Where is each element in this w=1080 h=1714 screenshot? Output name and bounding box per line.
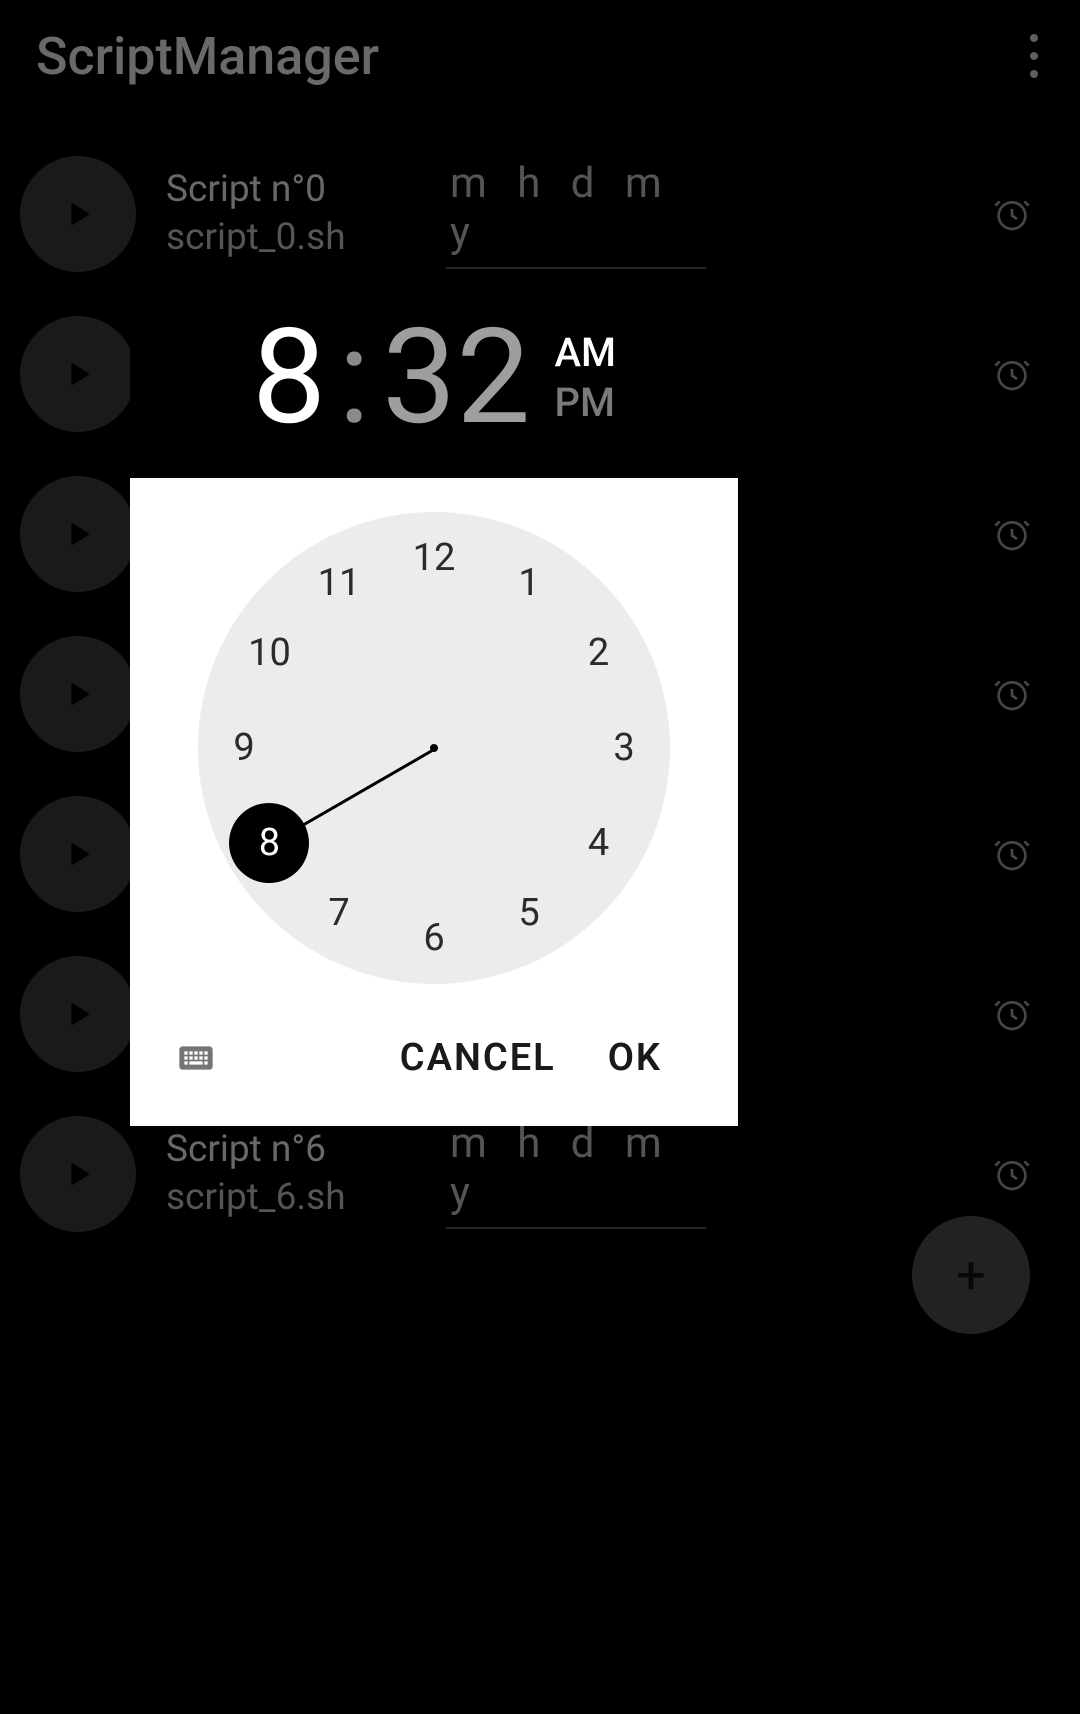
- time-minute[interactable]: 32: [382, 312, 530, 444]
- alarm-icon[interactable]: [984, 986, 1040, 1042]
- time-colon: :: [338, 312, 370, 444]
- clock-hour-5[interactable]: 5: [499, 883, 559, 943]
- cancel-button[interactable]: CANCEL: [374, 1022, 582, 1094]
- script-text: Script n°0script_0.sh: [166, 168, 426, 261]
- cron-input[interactable]: m h d m y: [446, 1119, 706, 1229]
- alarm-icon[interactable]: [984, 1146, 1040, 1202]
- clock-face[interactable]: 121234567891011: [198, 512, 670, 984]
- script-filename: script_0.sh: [166, 216, 426, 260]
- add-script-fab[interactable]: +: [912, 1216, 1030, 1334]
- time-hour[interactable]: 8: [252, 312, 326, 444]
- play-button[interactable]: [20, 316, 136, 432]
- app-title: ScriptManager: [36, 26, 379, 87]
- clock-hour-11[interactable]: 11: [309, 553, 369, 613]
- time-picker-header: 8 : 32 AM PM: [130, 278, 738, 478]
- time-picker-dialog: 8 : 32 AM PM 12 12 3 4567 8 9 1011 CANCEL OK: [130, 278, 738, 1126]
- alarm-icon[interactable]: [984, 346, 1040, 402]
- alarm-icon[interactable]: [984, 666, 1040, 722]
- clock-hour-6[interactable]: 6: [404, 908, 464, 968]
- cron-input[interactable]: m h d m y: [446, 159, 706, 269]
- play-button[interactable]: [20, 636, 136, 752]
- clock-hour-9[interactable]: 9: [214, 718, 274, 778]
- script-title: Script n°6: [166, 1128, 426, 1172]
- play-button[interactable]: [20, 476, 136, 592]
- play-button[interactable]: [20, 956, 136, 1072]
- ok-button[interactable]: OK: [582, 1022, 688, 1094]
- clock-hour-2[interactable]: 2: [569, 623, 629, 683]
- clock-hour-12[interactable]: 12: [404, 528, 464, 588]
- clock-hour-4[interactable]: 4: [569, 813, 629, 873]
- alarm-icon[interactable]: [984, 186, 1040, 242]
- clock-hour-10[interactable]: 10: [239, 623, 299, 683]
- play-button[interactable]: [20, 156, 136, 272]
- am-toggle[interactable]: AM: [555, 328, 617, 378]
- script-text: Script n°6script_6.sh: [166, 1128, 426, 1221]
- alarm-icon[interactable]: [984, 506, 1040, 562]
- pm-toggle[interactable]: PM: [555, 378, 617, 428]
- clock-hour-7[interactable]: 7: [309, 883, 369, 943]
- clock-hour-3[interactable]: 3: [594, 718, 654, 778]
- script-title: Script n°0: [166, 168, 426, 212]
- script-filename: script_6.sh: [166, 1176, 426, 1220]
- script-row: Script n°0script_0.shm h d m y: [20, 134, 1060, 294]
- keyboard-icon[interactable]: [170, 1038, 222, 1078]
- clock-hour-1[interactable]: 1: [499, 553, 559, 613]
- play-button[interactable]: [20, 796, 136, 912]
- more-icon[interactable]: [1030, 34, 1038, 78]
- clock-center-dot: [430, 744, 438, 752]
- plus-icon: +: [956, 1245, 986, 1306]
- alarm-icon[interactable]: [984, 826, 1040, 882]
- play-button[interactable]: [20, 1116, 136, 1232]
